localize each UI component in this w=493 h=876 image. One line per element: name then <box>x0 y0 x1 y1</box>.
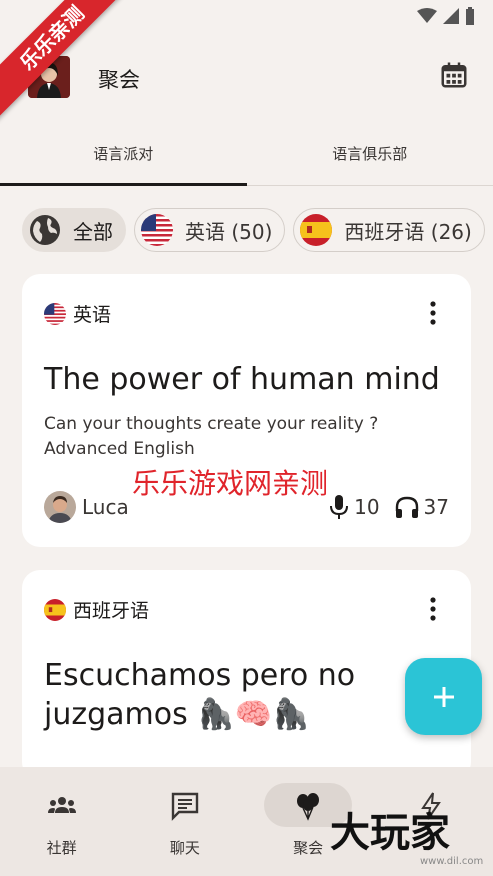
tab-language-party[interactable]: 语言派对 <box>0 130 247 186</box>
card-description-line: Advanced English <box>44 439 195 459</box>
profile-avatar[interactable] <box>28 56 70 98</box>
page-title: 聚会 <box>98 68 140 92</box>
globe-icon <box>29 214 61 246</box>
card-language: 西班牙语 <box>44 596 149 623</box>
filter-chip-label: 英语 (50) <box>185 219 273 244</box>
nav-item-community[interactable]: 社群 <box>0 767 123 876</box>
tab-bar: 语言派对 语言俱乐部 <box>0 130 493 186</box>
nav-label: 聊天 <box>169 839 200 857</box>
nav-item-chat[interactable]: 聊天 <box>123 767 246 876</box>
microphone-icon <box>330 495 349 519</box>
headphones-icon <box>395 496 418 518</box>
card-description-line: Can your thoughts create your reality ? <box>44 414 379 434</box>
host-name: Luca <box>82 495 129 519</box>
party-card[interactable]: 英语 The power of human mind Can your thou… <box>22 274 471 547</box>
bottom-watermark: 大玩家 <box>330 810 450 856</box>
host-avatar[interactable] <box>44 491 76 523</box>
card-language-label: 西班牙语 <box>73 600 150 622</box>
speakers-count-value: 10 <box>354 495 380 519</box>
calendar-button[interactable] <box>439 60 469 90</box>
calendar-icon <box>441 62 467 88</box>
party-card[interactable]: 西班牙语 Escuchamos pero no juzgamos 🦍🧠🦍 <box>22 570 471 780</box>
card-language-label: 英语 <box>73 304 112 326</box>
card-description: Can your thoughts create your reality ? … <box>44 412 378 462</box>
speakers-count: 10 <box>328 494 380 520</box>
create-party-button[interactable] <box>405 658 482 735</box>
filter-chip-label: 西班牙语 (26) <box>344 219 472 244</box>
filter-chip-all[interactable]: 全部 <box>22 208 126 252</box>
card-title: Escuchamos pero no juzgamos 🦍🧠🦍 <box>44 656 454 734</box>
more-vertical-icon <box>430 597 436 621</box>
signal-icon <box>443 8 459 24</box>
nav-label: 社群 <box>46 839 77 857</box>
listeners-count: 37 <box>394 495 449 519</box>
community-icon <box>47 797 76 813</box>
plus-icon <box>433 686 454 707</box>
us-flag-icon <box>44 302 66 325</box>
filter-chip-english[interactable]: 英语 (50) <box>134 208 286 252</box>
spain-flag-icon <box>300 214 333 246</box>
card-title-line: juzgamos 🦍🧠🦍 <box>44 697 310 732</box>
more-options-button[interactable] <box>421 596 445 622</box>
spain-flag-icon <box>44 598 66 621</box>
bottom-watermark-url: www.dil.com <box>420 856 484 867</box>
wifi-icon <box>417 8 437 23</box>
app-bar: 聚会 <box>0 50 493 106</box>
more-vertical-icon <box>430 301 436 325</box>
card-stats: 10 37 <box>328 494 449 520</box>
more-options-button[interactable] <box>421 300 445 326</box>
card-title: The power of human mind <box>44 362 440 397</box>
listeners-count-value: 37 <box>423 495 449 519</box>
language-filter-chips: 全部 英语 (50) 西班牙语 (26) <box>22 208 485 252</box>
chat-icon <box>171 792 199 821</box>
status-bar <box>0 0 493 34</box>
card-title-line: Escuchamos pero no <box>44 658 356 693</box>
card-language: 英语 <box>44 300 111 327</box>
filter-chip-spanish[interactable]: 西班牙语 (26) <box>293 208 485 252</box>
watermark-text: 乐乐游戏网亲测 <box>132 467 329 500</box>
filter-chip-label: 全部 <box>73 219 113 244</box>
us-flag-icon <box>141 214 173 246</box>
battery-icon <box>466 7 474 25</box>
balloons-icon <box>297 793 320 821</box>
tab-language-club[interactable]: 语言俱乐部 <box>247 130 493 185</box>
